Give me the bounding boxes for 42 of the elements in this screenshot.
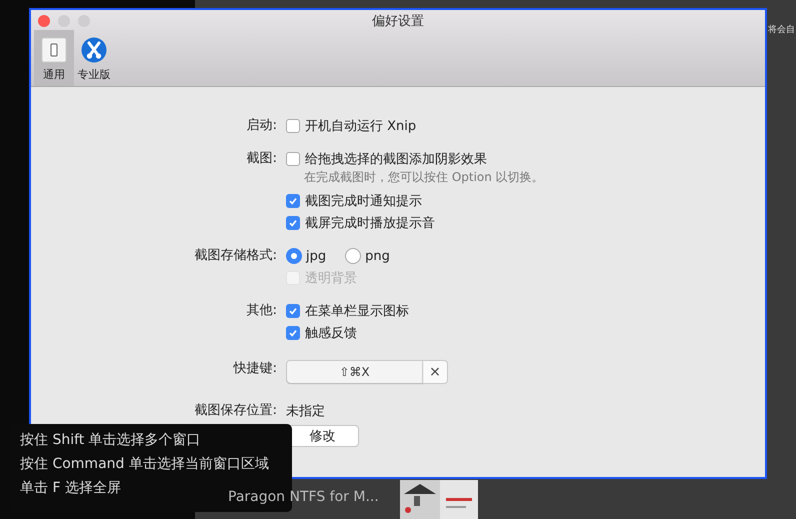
- background-text: Paragon NTFS for M...: [228, 489, 379, 505]
- radio-button[interactable]: [286, 248, 302, 264]
- checkmark-icon: [288, 196, 298, 206]
- checkbox[interactable]: [286, 326, 300, 340]
- setting-label: 截图保存位置:: [194, 402, 277, 420]
- setting-label: 其他:: [246, 302, 277, 320]
- scissors-icon: [81, 37, 107, 63]
- checkbox-label: 触感反馈: [305, 325, 357, 342]
- setting-label: 启动:: [246, 117, 277, 135]
- window-title: 偏好设置: [371, 13, 425, 30]
- setting-label: 截图:: [246, 150, 277, 168]
- checkbox-label: 截屏完成时播放提示音: [305, 215, 435, 232]
- checkbox[interactable]: [286, 119, 300, 133]
- tooltip-line: 按住 Command 单击选择当前窗口区域: [20, 455, 269, 474]
- checkbox[interactable]: [286, 304, 300, 318]
- checkmark-icon: [288, 328, 298, 338]
- setting-label: 截图存储格式:: [194, 247, 277, 265]
- checkbox[interactable]: [286, 152, 300, 166]
- checkbox[interactable]: [286, 194, 300, 208]
- switch-icon: [41, 37, 67, 63]
- hint-text: 在完成截图时，您可以按住 Option 以切换。: [304, 170, 545, 184]
- checkmark-icon: [288, 306, 298, 316]
- checkmark-icon: [288, 218, 298, 228]
- tooltip-line: 单击 F 选择全屏: [20, 479, 121, 498]
- toolbar-tab[interactable]: 通用: [34, 30, 74, 86]
- checkbox[interactable]: [286, 216, 300, 230]
- value-text: 未指定: [286, 403, 325, 420]
- checkbox-label: 在菜单栏显示图标: [305, 303, 409, 320]
- close-button[interactable]: [38, 15, 50, 27]
- shortcut-field[interactable]: ⇧⌘X ×: [286, 360, 448, 384]
- tooltip-line: 按住 Shift 单击选择多个窗口: [20, 431, 201, 450]
- checkbox-label: 给拖拽选择的截图添加阴影效果: [305, 151, 487, 168]
- checkbox-label: 透明背景: [305, 270, 357, 287]
- setting-label: 快捷键:: [232, 360, 277, 378]
- clear-button[interactable]: ×: [423, 361, 447, 383]
- radio-label: png: [365, 248, 390, 264]
- checkbox-label: 开机自动运行 Xnip: [305, 118, 416, 135]
- radio-button[interactable]: [345, 248, 362, 264]
- background-text: 将会自: [768, 24, 795, 36]
- toolbar-tab[interactable]: 专业版: [74, 30, 114, 86]
- checkbox-label: 截图完成时通知提示: [305, 193, 422, 210]
- radio-label: jpg: [306, 248, 326, 264]
